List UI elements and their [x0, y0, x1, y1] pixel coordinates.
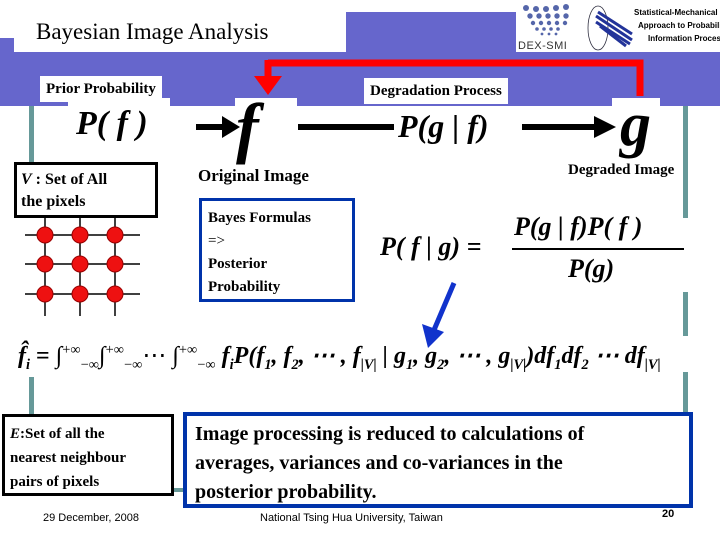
original-image-symbol: f: [236, 89, 259, 165]
e-text-line2: nearest neighbour: [10, 450, 126, 466]
teal-bar-right-mid: [683, 292, 688, 336]
degraded-image-label: Degraded Image: [568, 162, 675, 178]
teal-bar-right-low: [683, 372, 688, 412]
pixel-node: [36, 255, 54, 273]
pixel-node: [106, 226, 124, 244]
teal-bar-right-top: [683, 106, 688, 218]
estimate-lhs: f̂: [18, 343, 26, 369]
e-text-line3: pairs of pixels: [10, 474, 100, 490]
e-text-line1: :Set of all the: [20, 426, 105, 442]
degraded-image-symbol: g: [620, 91, 651, 159]
conclusion-box: Image processing is reduced to calculati…: [183, 412, 693, 508]
bayes-line3: Posterior: [208, 256, 268, 272]
likelihood-formula: P(g | f): [398, 108, 489, 144]
integrand: fiP(f1, f2, ⋯ , f|V| | g1, g2, ⋯ , g|V|)…: [221, 343, 661, 373]
bayes-formula-box: Bayes Formulas => Posterior Probability: [199, 198, 355, 302]
bayes-line2: =>: [208, 233, 225, 249]
estimate-sub: i: [26, 356, 30, 373]
conclusion-line2: averages, variances and co-variances in …: [195, 452, 563, 474]
integral-signs: ∫+∞−∞∫+∞−∞⋯ ∫+∞−∞: [55, 342, 216, 373]
bayes-numerator: P(g | f)P( f ): [514, 212, 643, 241]
fraction-bar: [512, 248, 684, 250]
degradation-process-label: Degradation Process: [364, 78, 508, 104]
v-set-box: V : Set of All the pixels: [14, 162, 158, 218]
footer-institution: National Tsing Hua University, Taiwan: [260, 512, 443, 524]
v-text-line2: the pixels: [21, 193, 86, 210]
footer-page-number: 20: [662, 508, 675, 520]
v-text-line1: : Set of All: [31, 171, 108, 188]
pixel-node: [71, 226, 89, 244]
arrow-right-icon: [196, 116, 240, 138]
e-set-box: E:Set of all the nearest neighbour pairs…: [2, 414, 174, 496]
bayes-lhs: P( f | g) =: [380, 232, 482, 261]
posterior-mean-formula: f̂i = ∫+∞−∞∫+∞−∞⋯ ∫+∞−∞ fiP(f1, f2, ⋯ , …: [18, 330, 661, 385]
pixel-node: [36, 226, 54, 244]
bayes-line4: Probability: [208, 279, 281, 295]
conclusion-line3: posterior probability.: [195, 481, 377, 503]
pixel-node: [106, 255, 124, 273]
bayes-denominator: P(g): [568, 254, 615, 283]
arrow-right-long-icon: [522, 116, 616, 138]
pixel-node: [106, 285, 124, 303]
pixel-node: [36, 285, 54, 303]
bayes-line1: Bayes Formulas: [208, 210, 311, 226]
feedback-arrow-icon: [254, 59, 644, 96]
footer-date: 29 December, 2008: [43, 512, 140, 524]
conclusion-line1: Image processing is reduced to calculati…: [195, 423, 585, 445]
e-symbol: E: [10, 426, 21, 442]
estimate-eq: =: [36, 343, 50, 369]
pixel-node: [71, 285, 89, 303]
original-image-label: Original Image: [198, 166, 309, 185]
connector-line: [298, 124, 394, 130]
prior-formula: P( f ): [76, 105, 148, 142]
v-symbol: V: [21, 171, 32, 188]
pixel-node: [71, 255, 89, 273]
pixel-lattice-diagram: [25, 218, 140, 316]
prior-probability-label: Prior Probability: [40, 76, 162, 102]
